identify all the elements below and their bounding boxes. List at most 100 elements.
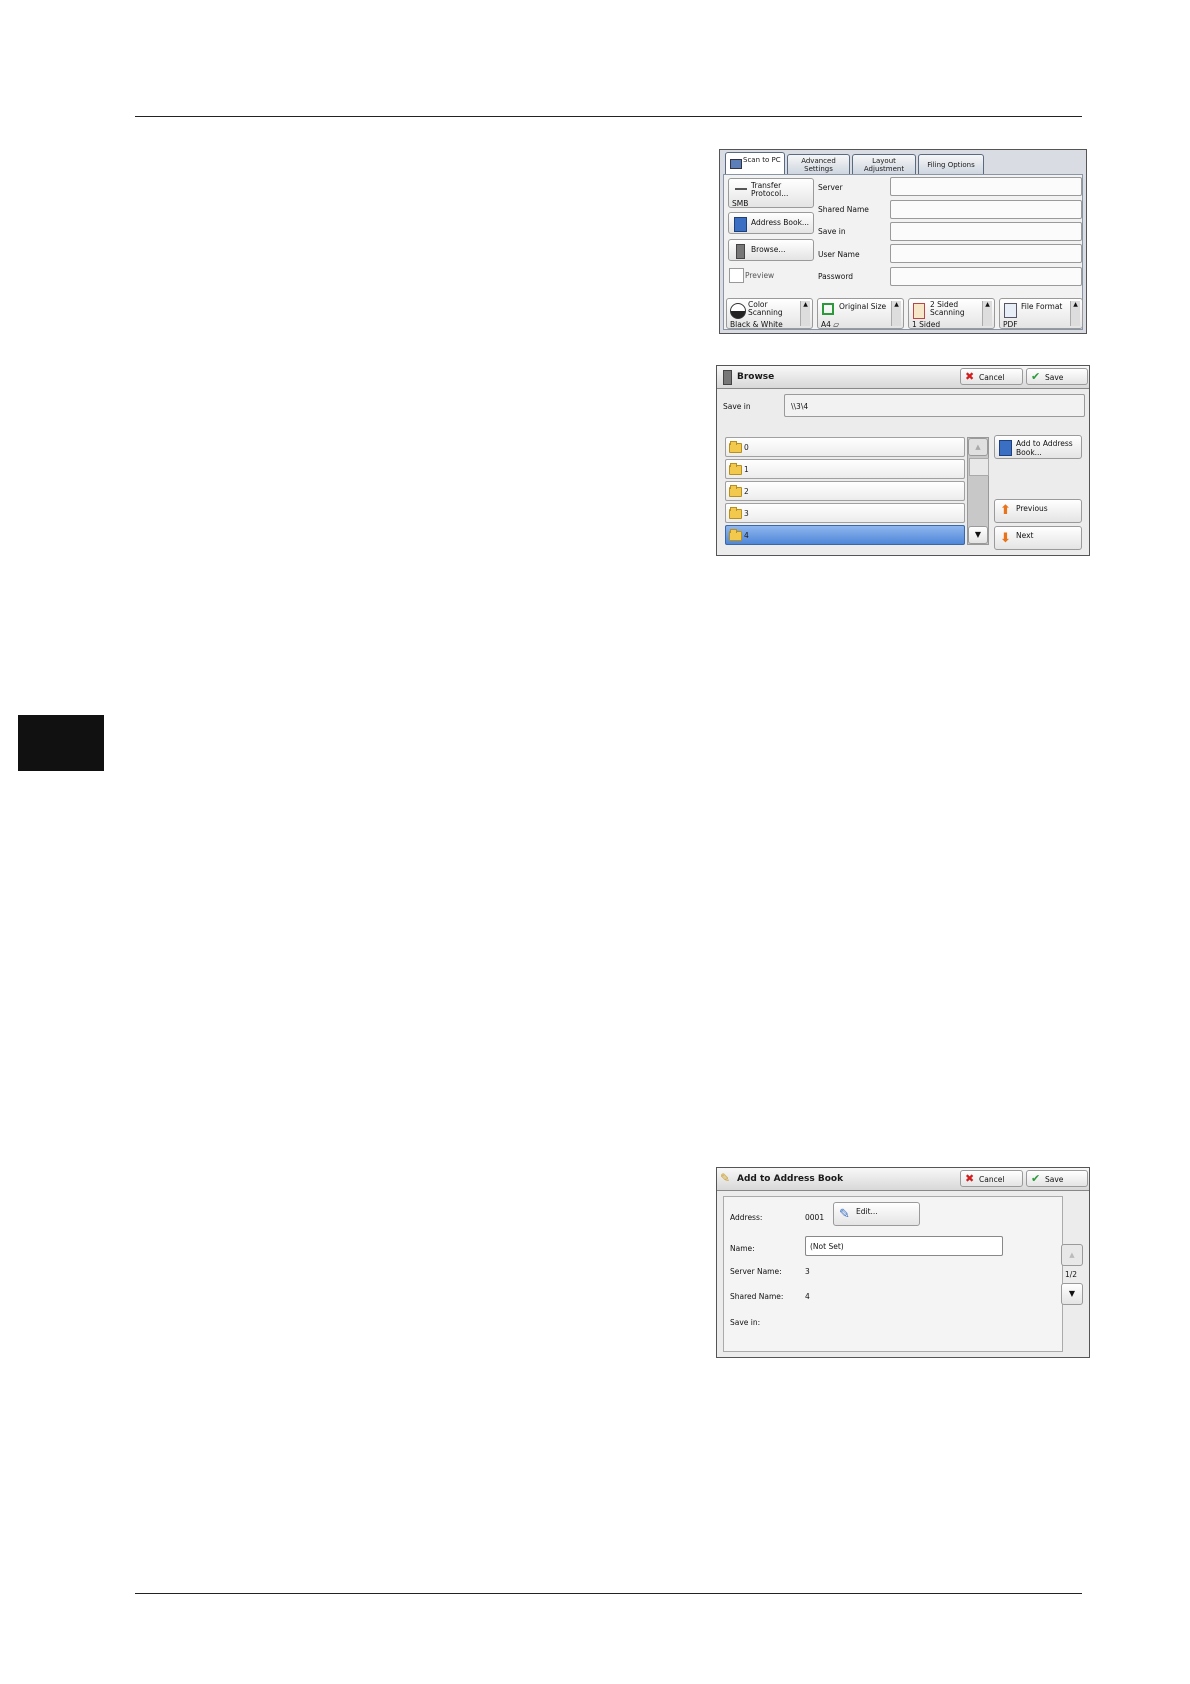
scroll-up-icon[interactable]: ▲ — [1070, 301, 1080, 326]
cancel-x-icon: ✖ — [965, 1172, 975, 1185]
add-to-address-book-button[interactable]: Add to Address Book... — [994, 435, 1082, 459]
folder-row[interactable]: 0 — [725, 437, 965, 457]
pc-tower-icon — [736, 244, 745, 259]
folder-icon — [729, 441, 742, 453]
chapter-tab — [18, 715, 104, 771]
button-label: Next — [1016, 531, 1034, 540]
page-down-button[interactable]: ▼ — [1061, 1283, 1083, 1305]
save-in-field[interactable] — [890, 222, 1082, 241]
button-value: 1 Sided — [912, 320, 941, 329]
file-format-icon — [1004, 303, 1017, 318]
button-value: A4 ▱ — [821, 320, 840, 329]
scroll-up-icon[interactable]: ▲ — [800, 301, 810, 326]
folder-row[interactable]: 1 — [725, 459, 965, 479]
color-scanning-button[interactable]: Color Scanning Black & White ▲ — [726, 298, 813, 329]
browse-button[interactable]: Browse... — [728, 239, 814, 261]
save-button[interactable]: ✔ Save — [1026, 1170, 1088, 1187]
user-name-label: User Name — [818, 250, 860, 259]
address-value: 0001 — [805, 1213, 825, 1222]
tab-filing-options[interactable]: Filing Options — [918, 154, 984, 174]
color-mode-icon — [730, 303, 746, 319]
dialog-title: Browse — [737, 372, 775, 382]
shared-name-label: Shared Name: — [730, 1292, 784, 1301]
next-button[interactable]: ⬇ Next — [994, 526, 1082, 550]
button-label: Original Size — [839, 302, 887, 311]
browse-header: Browse ✖ Cancel ✔ Save — [717, 366, 1089, 389]
save-in-path: \\3\4 — [791, 402, 809, 411]
button-label: File Format — [1021, 302, 1063, 311]
file-format-button[interactable]: File Format PDF ▲ — [999, 298, 1083, 329]
address-book-button[interactable]: Address Book... — [728, 212, 814, 234]
server-field[interactable] — [890, 177, 1082, 196]
button-label: Transfer Protocol... — [751, 181, 789, 198]
address-book-add-icon — [999, 440, 1012, 456]
save-in-label: Save in: — [730, 1318, 761, 1327]
top-rule — [135, 116, 1082, 117]
button-label: Edit... — [856, 1207, 878, 1216]
scan-to-pc-panel: Scan to PC Advanced Settings Layout Adju… — [719, 149, 1087, 334]
folder-row[interactable]: 3 — [725, 503, 965, 523]
folder-name: 4 — [744, 531, 749, 540]
edit-tools-icon: ✎ — [839, 1207, 850, 1222]
two-sided-icon — [913, 303, 925, 319]
folder-icon — [729, 529, 742, 541]
tab-label: Layout Adjustment — [863, 157, 905, 173]
scroll-up-icon[interactable]: ▲ — [982, 301, 992, 326]
folder-row[interactable]: 2 — [725, 481, 965, 501]
folder-icon — [729, 507, 742, 519]
scroll-thumb[interactable] — [969, 458, 989, 476]
scanner-icon — [730, 159, 742, 169]
button-label: Save — [1045, 373, 1064, 382]
original-size-button[interactable]: Original Size A4 ▱ ▲ — [817, 298, 904, 329]
tab-advanced-settings[interactable]: Advanced Settings — [787, 154, 850, 174]
button-label: Save — [1045, 1175, 1064, 1184]
button-label: Address Book... — [751, 218, 810, 227]
cancel-button[interactable]: ✖ Cancel — [960, 368, 1023, 385]
tab-label: Advanced Settings — [801, 157, 836, 173]
button-label: Previous — [1016, 504, 1048, 513]
page-indicator: 1/2 — [1065, 1270, 1078, 1279]
edit-button[interactable]: ✎ Edit... — [833, 1202, 920, 1226]
scroll-up-icon[interactable]: ▲ — [891, 301, 901, 326]
button-label: Color Scanning — [748, 300, 783, 317]
name-field[interactable]: (Not Set) — [805, 1236, 1003, 1256]
tab-scan-to-pc[interactable]: Scan to PC — [725, 152, 785, 174]
button-label: Cancel — [979, 373, 1005, 382]
scroll-up-button[interactable]: ▲ — [968, 438, 988, 456]
name-value: (Not Set) — [810, 1242, 844, 1251]
folder-icon — [729, 485, 742, 497]
pc-tower-icon — [723, 370, 732, 385]
tab-label: Filing Options — [927, 161, 975, 169]
folder-name: 2 — [744, 487, 749, 496]
preview-checkbox[interactable] — [729, 268, 744, 283]
folder-row-selected[interactable]: 4 — [725, 525, 965, 545]
checkmark-icon: ✔ — [1031, 370, 1041, 383]
password-field[interactable] — [890, 267, 1082, 286]
server-name-value: 3 — [805, 1267, 810, 1276]
button-label: Add to Address Book... — [1016, 439, 1073, 457]
button-label: 2 Sided Scanning — [930, 300, 965, 317]
address-label: Address: — [730, 1213, 763, 1222]
folder-name: 0 — [744, 443, 749, 452]
server-label: Server — [818, 183, 843, 192]
button-label: Browse... — [751, 245, 786, 254]
save-button[interactable]: ✔ Save — [1026, 368, 1088, 385]
tab-label: Scan to PC — [743, 156, 781, 164]
shared-name-field[interactable] — [890, 200, 1082, 219]
scroll-down-button[interactable]: ▼ — [968, 526, 988, 544]
add-book-header: ✎ Add to Address Book ✖ Cancel ✔ Save — [717, 1168, 1089, 1191]
tab-layout-adjustment[interactable]: Layout Adjustment — [852, 154, 916, 174]
save-in-label: Save in — [723, 402, 751, 411]
address-book-icon — [734, 217, 747, 232]
user-name-field[interactable] — [890, 244, 1082, 263]
previous-button[interactable]: ⬆ Previous — [994, 499, 1082, 523]
add-to-address-book-dialog: ✎ Add to Address Book ✖ Cancel ✔ Save Ad… — [716, 1167, 1090, 1358]
two-sided-scanning-button[interactable]: 2 Sided Scanning 1 Sided ▲ — [908, 298, 995, 329]
cancel-button[interactable]: ✖ Cancel — [960, 1170, 1023, 1187]
folder-icon — [729, 463, 742, 475]
page-up-button[interactable]: ▲ — [1061, 1244, 1083, 1266]
dialog-title: Add to Address Book — [737, 1174, 844, 1184]
original-size-icon — [822, 303, 834, 315]
network-icon — [735, 188, 747, 190]
transfer-protocol-button[interactable]: Transfer Protocol... SMB — [728, 178, 814, 208]
